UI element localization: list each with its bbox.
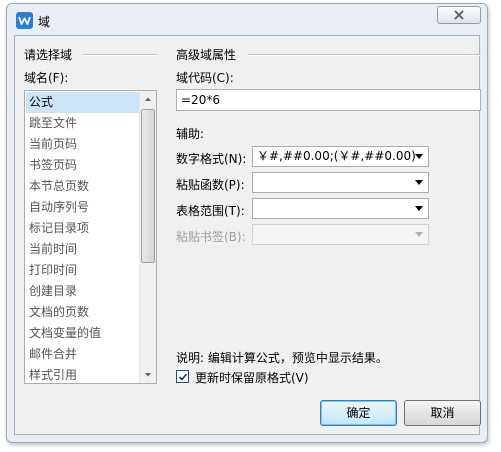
list-scrollbar[interactable]: [139, 91, 156, 383]
right-group-divider: [248, 54, 481, 56]
left-group-divider: [83, 54, 157, 56]
cancel-button[interactable]: 取消: [404, 400, 481, 426]
number-format-label: 数字格式(N):: [176, 152, 247, 166]
field-name-list[interactable]: 公式 跳至文件 当前页码 书签页码 本节总页数 自动序列号 标记目录项 当前时间 打印时间 创建目…: [24, 90, 157, 384]
close-icon: [454, 10, 464, 20]
wps-writer-icon: [16, 12, 33, 29]
close-button[interactable]: [437, 6, 481, 24]
list-item[interactable]: 文档变量的值: [26, 323, 139, 344]
preserve-format-checkbox[interactable]: [176, 370, 189, 383]
field-dialog: 域 请选择域 域名(F): 公式 跳至文件 当前页码 书签页码 本节总页数 自动序列号 标记…: [6, 3, 488, 443]
window-title: 域: [38, 15, 51, 29]
paste-bookmark-select: [252, 224, 429, 245]
chevron-down-icon: [415, 180, 423, 185]
number-format-value: ￥#,##0.00;(￥#,##0.00): [257, 149, 416, 163]
paste-function-label: 粘贴函数(P):: [176, 178, 245, 192]
auxiliary-label: 辅助:: [176, 127, 205, 141]
chevron-down-icon: [415, 206, 423, 211]
table-range-select[interactable]: [252, 198, 429, 219]
chevron-down-icon: [415, 154, 423, 159]
list-item[interactable]: 公式: [26, 92, 139, 113]
scroll-thumb[interactable]: [141, 109, 155, 263]
list-item[interactable]: 当前页码: [26, 134, 139, 155]
paste-function-select[interactable]: [252, 172, 429, 193]
list-item[interactable]: 创建目录: [26, 281, 139, 302]
list-item[interactable]: 本节总页数: [26, 176, 139, 197]
preserve-format-label[interactable]: 更新时保留原格式(V): [195, 369, 309, 386]
list-item[interactable]: 邮件合并: [26, 344, 139, 365]
number-format-select[interactable]: ￥#,##0.00;(￥#,##0.00): [252, 146, 429, 167]
list-item[interactable]: 跳至文件: [26, 113, 139, 134]
list-item[interactable]: 打印时间: [26, 260, 139, 281]
scroll-up-button[interactable]: [140, 91, 156, 108]
dialog-body: 请选择域 域名(F): 公式 跳至文件 当前页码 书签页码 本节总页数 自动序列号 标记目录…: [14, 35, 481, 435]
scroll-down-button[interactable]: [140, 366, 156, 383]
field-code-label: 域代码(C):: [176, 71, 234, 85]
scroll-down-arrow-icon: [145, 373, 151, 377]
right-group-title: 高级域属性: [176, 48, 237, 62]
list-item[interactable]: 自动序列号: [26, 197, 139, 218]
table-range-label: 表格范围(T):: [176, 204, 245, 218]
chevron-down-icon: [415, 232, 423, 237]
checkmark-icon: [178, 373, 188, 381]
left-group-title: 请选择域: [24, 48, 73, 62]
description-text: 说明: 编辑计算公式，预览中显示结果。: [176, 351, 388, 365]
title-bar: 域: [7, 4, 487, 36]
list-item[interactable]: 当前时间: [26, 239, 139, 260]
list-item[interactable]: 文档的页数: [26, 302, 139, 323]
field-name-label: 域名(F):: [24, 71, 69, 85]
ok-button[interactable]: 确定: [320, 400, 397, 426]
list-item[interactable]: 标记目录项: [26, 218, 139, 239]
list-item[interactable]: 书签页码: [26, 155, 139, 176]
paste-bookmark-label: 粘贴书签(B):: [176, 230, 246, 244]
scroll-up-arrow-icon: [145, 97, 151, 101]
field-code-input[interactable]: =20*6: [176, 89, 481, 111]
list-item[interactable]: 样式引用: [26, 365, 139, 383]
